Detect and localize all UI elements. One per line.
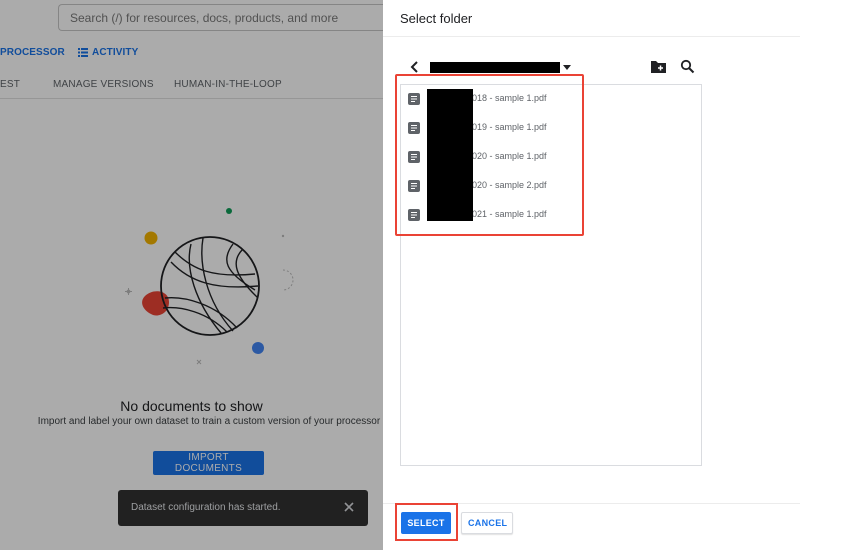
empty-state-illustration xyxy=(125,208,294,365)
processor-nav: PROCESSOR ACTIVITY xyxy=(0,40,383,65)
tab-manage-versions[interactable]: MANAGE VERSIONS xyxy=(53,79,154,90)
empty-state-title: No documents to show xyxy=(120,398,263,414)
nav-processor-label: PROCESSOR xyxy=(0,47,65,58)
list-icon xyxy=(78,48,88,57)
cancel-button[interactable]: CANCEL xyxy=(461,512,513,534)
import-documents-button[interactable]: IMPORT DOCUMENTS xyxy=(153,451,264,475)
search-bar[interactable] xyxy=(58,4,383,31)
tab-human-in-the-loop[interactable]: HUMAN-IN-THE-LOOP xyxy=(174,79,282,90)
search-input[interactable] xyxy=(59,5,370,30)
create-new-folder-icon[interactable] xyxy=(650,59,667,74)
background-app: PROCESSOR ACTIVITY EST MANAGE VERSIONS H… xyxy=(0,0,383,550)
nav-activity-label: ACTIVITY xyxy=(92,47,139,58)
dialog-title: Select folder xyxy=(400,11,473,26)
nav-processor-link[interactable]: PROCESSOR xyxy=(0,47,65,58)
close-icon[interactable] xyxy=(342,500,356,514)
chevron-left-icon[interactable] xyxy=(407,59,423,75)
select-button-highlight xyxy=(395,503,458,541)
nav-activity-link[interactable]: ACTIVITY xyxy=(78,47,138,58)
file-list-highlight xyxy=(395,74,584,236)
tab-test[interactable]: EST xyxy=(0,79,20,90)
select-folder-dialog: Select folder 2018 - sample 1.pdf 2019 -… xyxy=(383,0,800,550)
search-icon[interactable] xyxy=(680,59,695,74)
toast-notification: Dataset configuration has started. xyxy=(118,490,368,526)
caret-down-icon[interactable] xyxy=(563,65,571,70)
processor-tabs: EST MANAGE VERSIONS HUMAN-IN-THE-LOOP xyxy=(0,70,383,99)
empty-state-subtitle: Import and label your own dataset to tra… xyxy=(37,416,381,427)
toast-message: Dataset configuration has started. xyxy=(131,502,281,513)
header-divider xyxy=(383,36,800,37)
folder-path-redacted[interactable] xyxy=(430,62,560,73)
